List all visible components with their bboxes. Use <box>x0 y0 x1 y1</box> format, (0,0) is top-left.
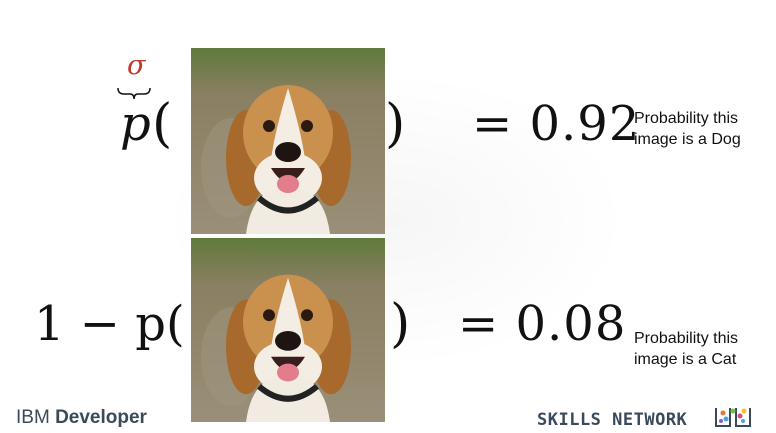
developer-text: Developer <box>55 407 147 428</box>
note-line: Probability this <box>634 330 739 347</box>
note-line: image is a Dog <box>634 131 741 148</box>
result-dog: = 0.92 <box>472 96 641 152</box>
cat-probability-note: Probability this image is a Cat <box>634 328 738 370</box>
open-paren: ( <box>152 94 173 154</box>
dog-photo-icon <box>191 48 385 234</box>
dog-probability-note: Probability this image is a Dog <box>634 108 741 150</box>
note-line: image is a Cat <box>634 351 737 368</box>
function-p: p <box>120 96 151 152</box>
sigma-symbol: σ <box>127 50 146 81</box>
dog-image-top <box>191 48 385 234</box>
note-line: Probability this <box>634 110 739 127</box>
skills-network-logo: SKILLS NETWORK <box>537 410 688 430</box>
dog-photo-icon <box>191 238 385 422</box>
one-minus-p: 1 − p( <box>34 296 185 352</box>
close-paren: ) <box>385 94 406 154</box>
ibm-developer-logo: IBM Developer <box>16 407 147 429</box>
result-cat: = 0.08 <box>458 296 627 352</box>
dog-image-bottom <box>191 238 385 422</box>
close-paren: ) <box>390 294 411 354</box>
skills-network-icon <box>715 408 751 427</box>
ibm-text: IBM <box>16 407 56 428</box>
